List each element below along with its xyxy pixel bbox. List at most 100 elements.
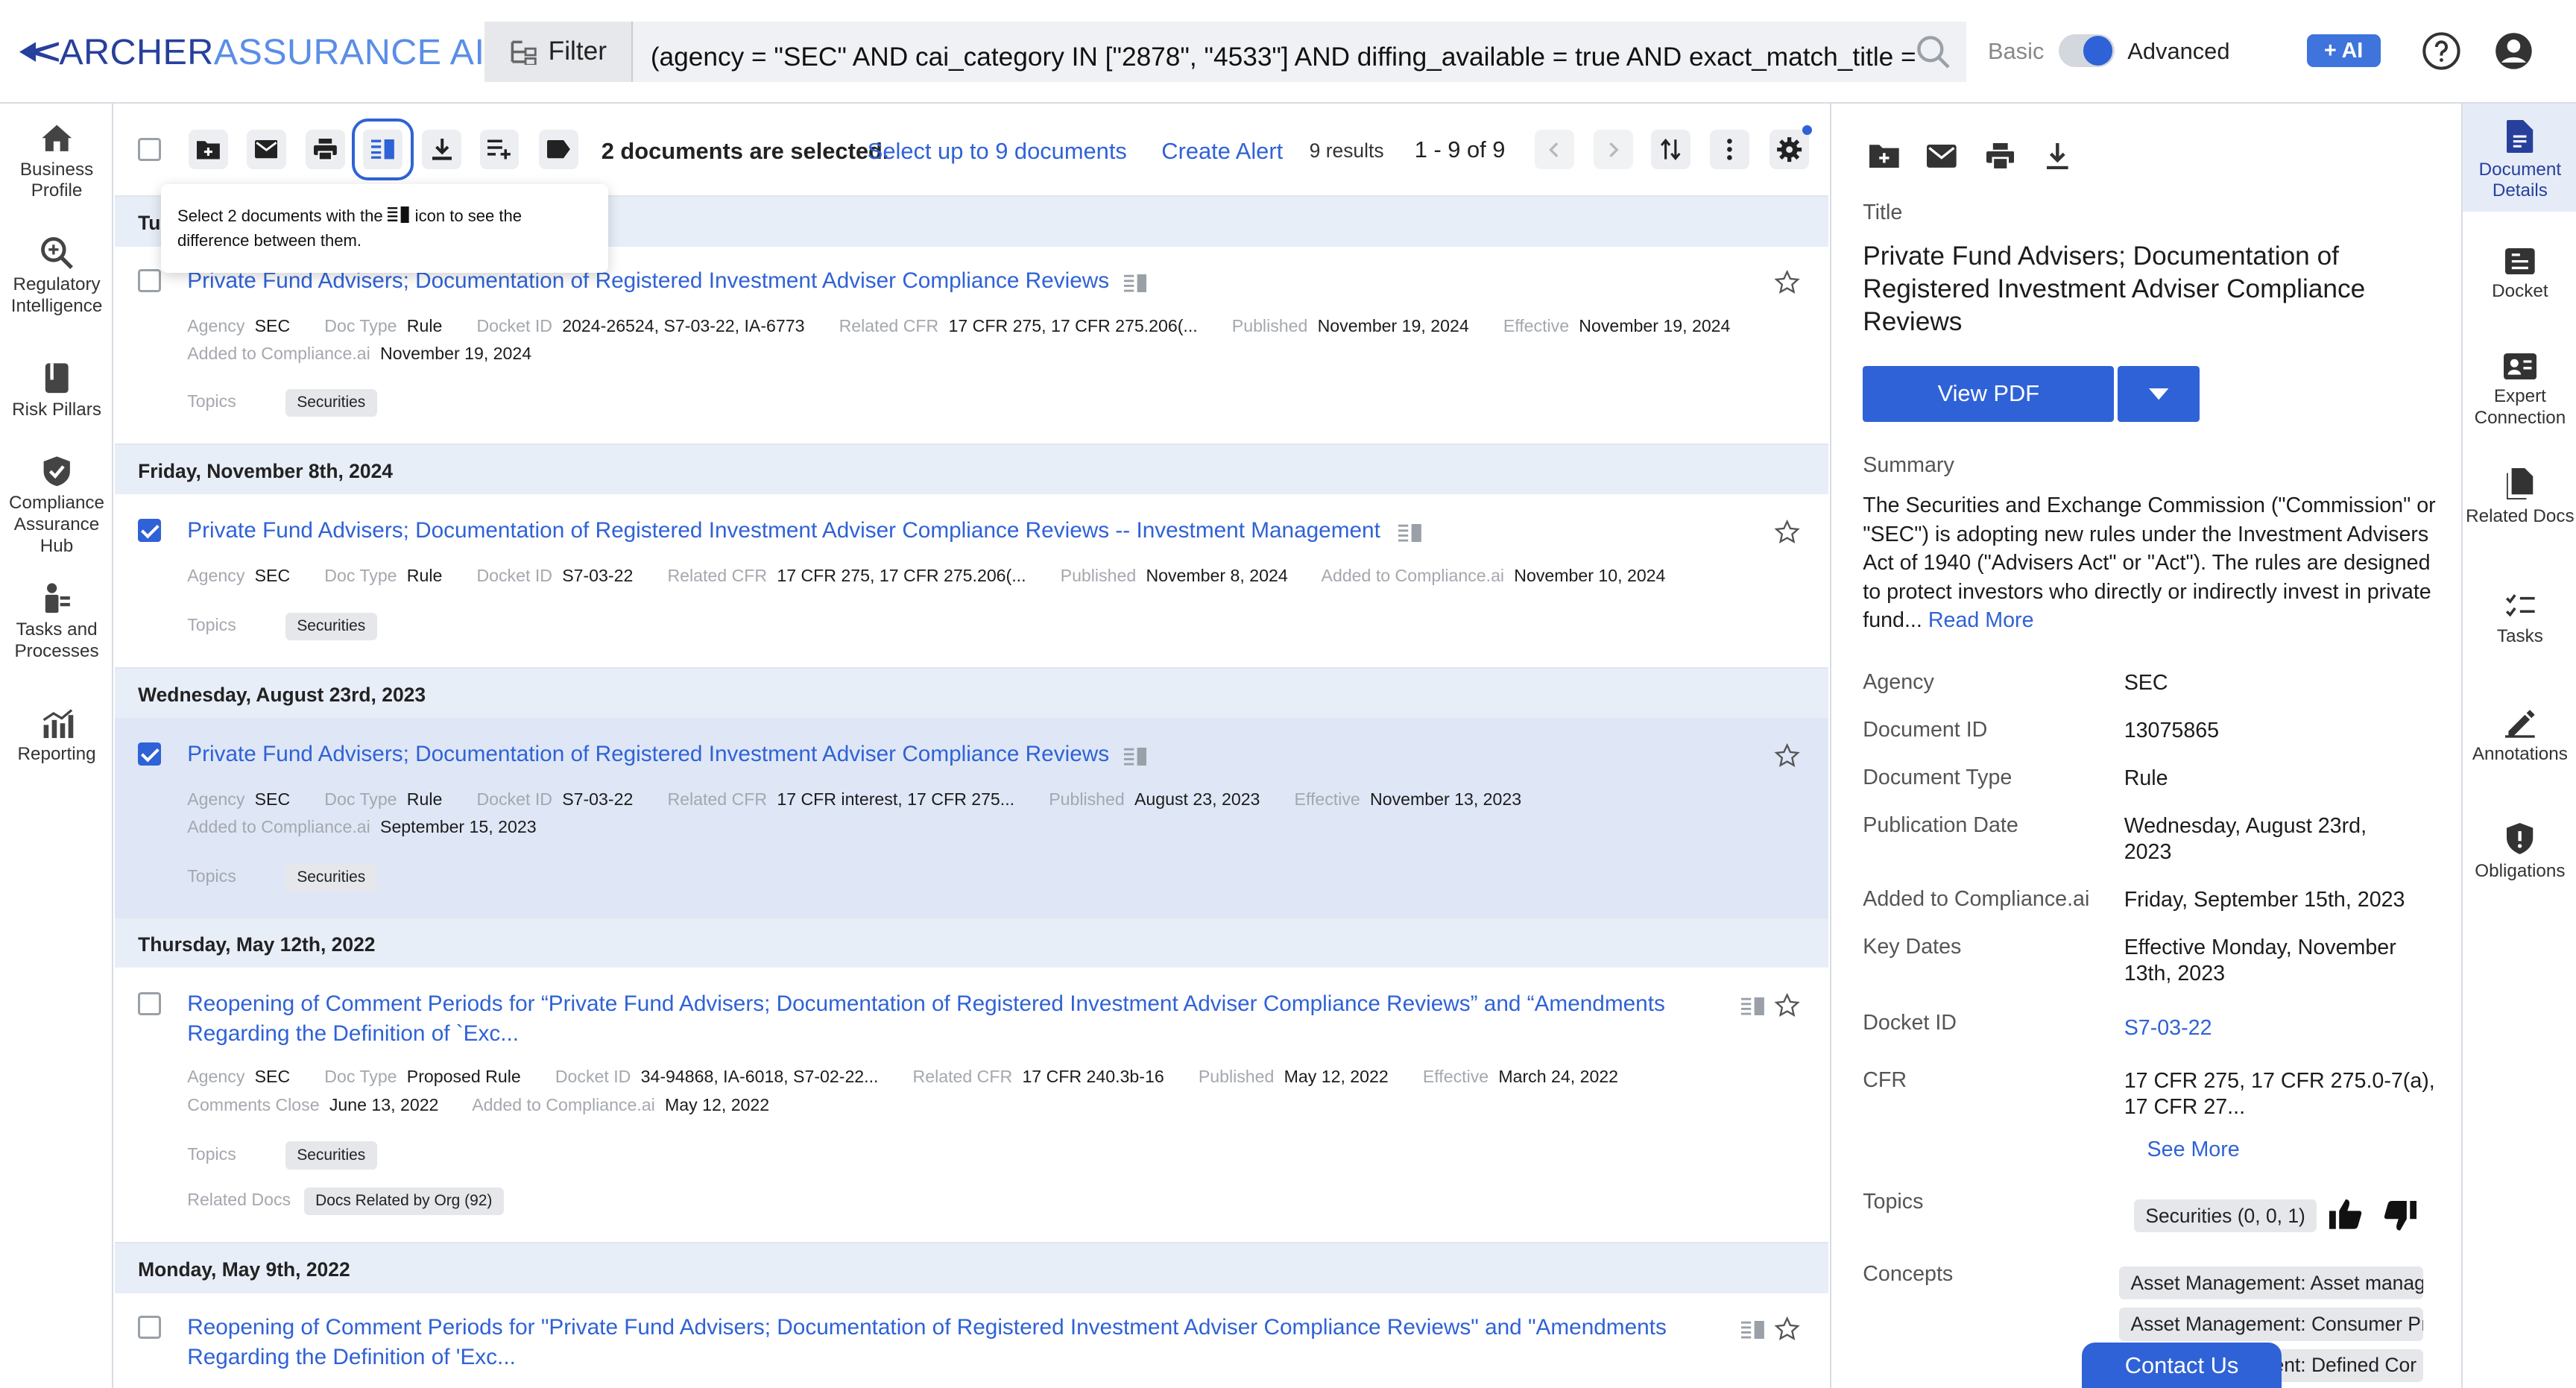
envelope-icon[interactable] [1927,144,1957,168]
compare-icon[interactable] [1741,997,1765,1016]
rail-label: Obligations [2475,860,2566,881]
mode-basic-label[interactable]: Basic [1988,38,2044,65]
rail-expert-connection[interactable]: Expert Connection [2463,353,2576,429]
add-to-folder-button[interactable] [189,130,229,169]
concept-chip[interactable]: Asset Management: Asset manag [2119,1266,2423,1300]
document-checkbox[interactable] [138,742,161,766]
sort-button[interactable] [1651,130,1690,169]
see-more-link[interactable]: See More [2147,1137,2461,1163]
document-title-link[interactable]: Private Fund Advisers; Documentation of … [187,739,1109,769]
concept-chip[interactable]: Asset Management: Consumer Pı [2119,1307,2423,1341]
pen-icon [2505,710,2535,738]
contact-us-button[interactable]: Contact Us [2081,1342,2282,1388]
label-button[interactable] [538,130,578,169]
field-label: Publication Date [1863,813,2018,837]
document-row[interactable]: Private Fund Advisers; Documentation of … [115,246,1829,446]
field-label: Added to Compliance.ai [1863,887,2090,912]
nav-business-profile[interactable]: Business Profile [0,120,113,202]
left-nav: Business Profile Regulatory Intelligence… [0,103,114,1388]
view-pdf-dropdown-button[interactable] [2117,366,2200,423]
rail-tasks[interactable]: Tasks [2463,593,2576,648]
document-row[interactable]: Reopening of Comment Periods for "Privat… [115,1293,1829,1388]
thumbs-down-icon[interactable] [2384,1201,2416,1231]
topic-chip[interactable]: Securities (0, 0, 1) [2133,1199,2317,1233]
rail-docket[interactable]: Docket [2463,247,2576,303]
nav-risk-pillars[interactable]: Risk Pillars [0,360,113,421]
document-checkbox[interactable] [138,519,161,543]
chevron-right-icon [1609,142,1619,157]
star-icon[interactable] [1774,519,1801,545]
date-group-header: Thursday, May 12th, 2022 [115,918,1829,968]
mode-toggle[interactable] [2058,34,2115,68]
topic-tag[interactable]: Securities [285,388,377,417]
query-input[interactable]: (agency = "SEC" AND cai_category IN ["28… [632,21,1967,83]
print-button[interactable] [305,130,345,169]
nav-label: Regulatory Intelligence [10,274,103,316]
rail-obligations[interactable]: Obligations [2463,823,2576,882]
document-row[interactable]: Private Fund Advisers; Documentation of … [115,494,1829,669]
download-button[interactable] [422,130,462,169]
results-list: Tu Private Fund Advisers; Documentation … [115,197,1829,1388]
topic-tag[interactable]: Securities [285,612,377,640]
nav-compliance-assurance-hub[interactable]: Compliance Assurance Hub [0,453,113,557]
view-pdf-button[interactable]: View PDF [1863,366,2115,423]
folder-plus-icon[interactable] [1869,143,1899,168]
compare-documents-button[interactable] [352,119,414,181]
filter-button[interactable]: Filter [484,21,633,83]
field-value-cfr: 17 CFR 275, 17 CFR 275.0-7(a), 17 CFR 27… [2124,1068,2435,1119]
star-icon[interactable] [1774,992,1801,1018]
document-checkbox[interactable] [138,992,161,1016]
topics-label: Topics [1863,1189,1924,1214]
settings-button[interactable] [1769,130,1809,169]
select-all-checkbox[interactable] [138,138,161,161]
create-alert-link[interactable]: Create Alert [1161,138,1283,165]
document-title-link[interactable]: Reopening of Comment Periods for "Privat… [187,1313,1682,1372]
document-title-link[interactable]: Private Fund Advisers; Documentation of … [187,516,1380,546]
toggle-knob [2083,36,2113,66]
printer-icon[interactable] [1986,142,2014,169]
nav-tasks-and-processes[interactable]: Tasks and Processes [0,580,113,662]
nav-reporting[interactable]: Reporting [0,705,113,766]
add-to-list-button[interactable] [479,130,520,169]
thumbs-up-icon[interactable] [2329,1199,2362,1229]
rail-label: Related Docs [2466,505,2575,526]
more-options-button[interactable] [1710,130,1750,169]
topic-tag[interactable]: Securities [285,863,377,892]
email-button[interactable] [246,130,286,169]
rail-annotations[interactable]: Annotations [2463,708,2576,766]
mode-advanced-label[interactable]: Advanced [2127,38,2229,65]
date-group-header: Monday, May 9th, 2022 [115,1243,1829,1293]
prev-page-button[interactable] [1534,130,1574,169]
next-page-button[interactable] [1593,130,1633,169]
select-up-to-link[interactable]: Select up to 9 documents [868,138,1127,165]
document-checkbox[interactable] [138,269,161,293]
star-icon[interactable] [1774,269,1801,295]
field-value-agency: SEC [2124,671,2168,695]
compare-icon[interactable] [1123,747,1147,766]
user-avatar-icon[interactable] [2494,31,2534,71]
document-meta-line: Agency SEC Doc Type Proposed Rule Docket I… [187,1067,1619,1087]
gear-icon [1776,137,1802,163]
docket-id-link[interactable]: S7-03-22 [2124,1015,2445,1041]
document-meta-line: Agency SEC Doc Type Rule Docket ID S7-03-22… [187,565,1666,585]
rail-related-docs[interactable]: Related Docs [2463,468,2576,527]
ai-button[interactable]: + AI [2306,34,2381,68]
star-icon[interactable] [1774,1316,1801,1342]
rail-document-details[interactable]: Document Details [2462,103,2576,212]
document-row-selected[interactable]: Private Fund Advisers; Documentation of … [115,718,1829,919]
star-icon[interactable] [1774,742,1801,769]
search-icon[interactable] [1916,34,1951,70]
help-icon[interactable] [2422,31,2461,71]
document-row[interactable]: Reopening of Comment Periods for “Privat… [115,968,1829,1244]
compare-icon[interactable] [1741,1321,1765,1340]
download-icon[interactable] [2047,142,2068,169]
app-logo[interactable]: ARCHER ASSURANCE AI [19,31,484,73]
document-title-link[interactable]: Reopening of Comment Periods for “Privat… [187,989,1682,1048]
read-more-link[interactable]: Read More [1928,608,2034,632]
compare-icon[interactable] [1398,524,1421,543]
topic-tag[interactable]: Securities [285,1141,377,1170]
related-docs-tag[interactable]: Docs Related by Org (92) [303,1187,504,1216]
nav-regulatory-intelligence[interactable]: Regulatory Intelligence [0,235,113,317]
compare-icon[interactable] [1123,274,1147,293]
document-checkbox[interactable] [138,1316,161,1340]
